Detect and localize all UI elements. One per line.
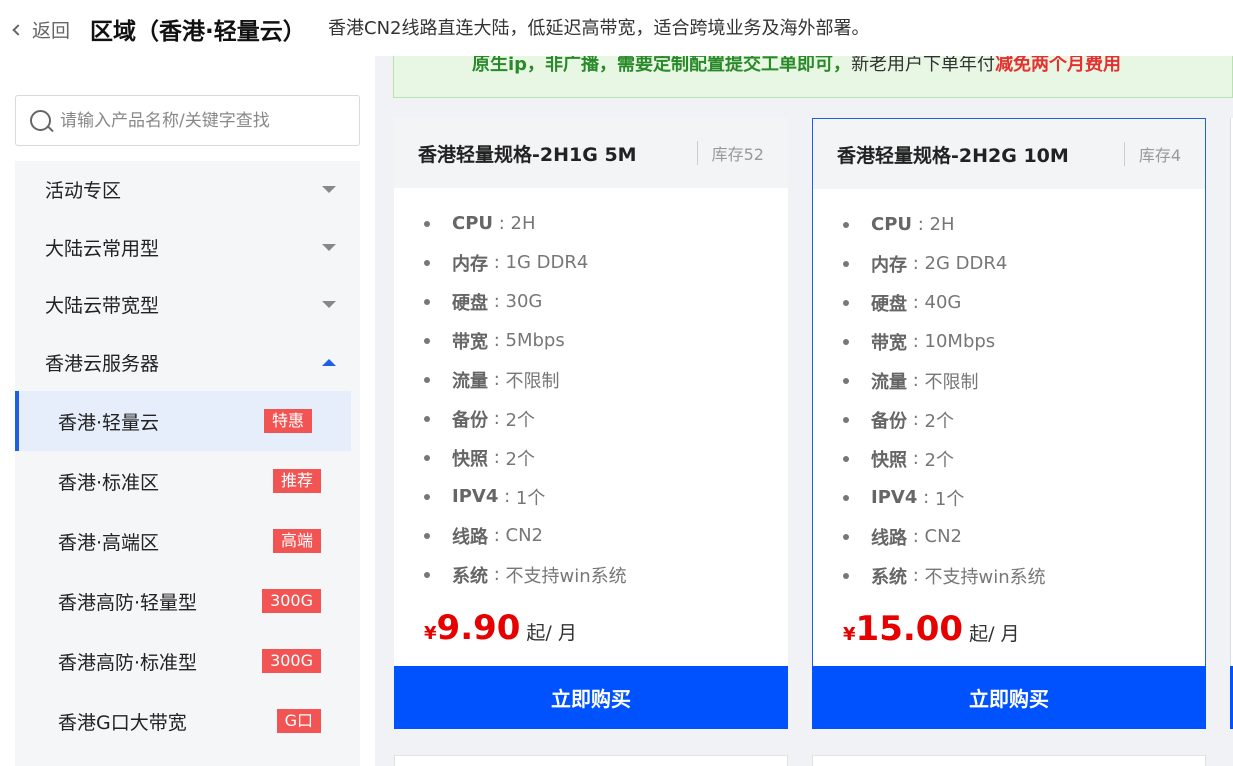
- spec-list: CPU : 2H 内存 : 2G DDR4 硬盘 : 40G 带宽 : 10Mb…: [813, 189, 1205, 595]
- sidebar-category-mainland-bandwidth[interactable]: 大陆云带宽型: [15, 276, 360, 334]
- spec-item: 系统 : 不支持win系统: [424, 555, 788, 594]
- spec-item: 备份 : 2个: [843, 400, 1205, 439]
- sidebar-item-hk-standard[interactable]: 香港·标准区 推荐: [15, 451, 360, 511]
- sidebar-item-badge: 高端: [272, 529, 321, 553]
- chevron-left-icon: [12, 23, 24, 36]
- price-unit: 起/ 月: [526, 622, 577, 644]
- spec-item: 流量 : 不限制: [424, 360, 788, 399]
- sidebar-category-hongkong[interactable]: 香港云服务器: [15, 334, 360, 392]
- product-search: [15, 95, 360, 146]
- spec-item: CPU : 2H: [843, 205, 1205, 244]
- sidebar-item-hk-light[interactable]: 香港·轻量云 特惠: [15, 391, 351, 451]
- promo-banner: 原生ip，非广播，需要定制配置提交工单即可，新老用户下单年付减免两个月费用: [393, 56, 1233, 98]
- stock-count: 库存4: [1123, 142, 1181, 166]
- product-card: 香港轻量规格-2H1G 5M 库存52 CPU : 2H 内存 : 1G DDR…: [394, 118, 788, 729]
- spec-item: 硬盘 : 30G: [424, 282, 788, 321]
- spec-item: 带宽 : 5Mbps: [424, 321, 788, 360]
- caret-down-icon: [322, 186, 336, 194]
- spec-item: 流量 : 不限制: [843, 361, 1205, 400]
- product-card: 香港轻量规格-2H2G 10M 库存4 CPU : 2H 内存 : 2G DDR…: [812, 118, 1206, 729]
- sidebar-item-badge: 特惠: [263, 409, 312, 433]
- sidebar-item-hk-ddos-standard[interactable]: 香港高防·标准型 300G: [15, 631, 360, 691]
- spec-item: 内存 : 2G DDR4: [843, 244, 1205, 283]
- below-product-card-edge: [394, 755, 788, 766]
- product-card-header: 香港轻量规格-2H1G 5M 库存52: [394, 118, 788, 188]
- sidebar-item-label: 香港G口大带宽: [58, 711, 187, 734]
- product-card-header: 香港轻量规格-2H2G 10M 库存4: [813, 119, 1205, 189]
- stock-count: 库存52: [696, 141, 764, 165]
- price-amount: 9.90: [436, 608, 521, 648]
- sidebar-item-label: 香港·标准区: [58, 471, 160, 494]
- price-unit: 起/ 月: [969, 623, 1020, 645]
- below-product-card-edge: [812, 755, 1206, 766]
- spec-item: 快照 : 2个: [424, 438, 788, 477]
- spec-item: 备份 : 2个: [424, 399, 788, 438]
- caret-down-icon: [322, 243, 336, 251]
- sidebar-item-badge: G口: [276, 709, 321, 733]
- region-description: 香港CN2线路直连大陆，低延迟高带宽，适合跨境业务及海外部署。: [328, 18, 870, 39]
- search-icon: [30, 110, 51, 131]
- sidebar-item-hk-ddos-light[interactable]: 香港高防·轻量型 300G: [15, 571, 360, 631]
- sidebar-category-label: 大陆云带宽型: [45, 295, 160, 318]
- sidebar-category-activity[interactable]: 活动专区: [15, 161, 360, 219]
- buy-now-button[interactable]: 立即购买: [812, 666, 1206, 729]
- spec-item: 系统 : 不支持win系统: [843, 556, 1205, 595]
- currency-symbol: ¥: [424, 623, 437, 644]
- spec-item: 内存 : 1G DDR4: [424, 243, 788, 282]
- spec-item: IPV4 : 1个: [843, 478, 1205, 517]
- sidebar-category-label: 活动专区: [45, 180, 122, 203]
- spec-item: CPU : 2H: [424, 204, 788, 243]
- caret-down-icon: [322, 301, 336, 309]
- currency-symbol: ¥: [843, 624, 856, 645]
- sidebar-category-mainland-common[interactable]: 大陆云常用型: [15, 219, 360, 277]
- promo-banner-text: 原生ip，非广播，需要定制配置提交工单即可，新老用户下单年付减免两个月费用: [472, 56, 1122, 75]
- product-title: 香港轻量规格-2H1G 5M: [418, 143, 637, 166]
- buy-now-button[interactable]: 立即购买: [394, 666, 788, 729]
- spec-item: 线路 : CN2: [843, 517, 1205, 556]
- sidebar-item-label: 香港高防·轻量型: [58, 591, 198, 614]
- sidebar-item-badge: 推荐: [272, 469, 321, 493]
- sidebar-item-label: 香港·高端区: [58, 531, 160, 554]
- sidebar-item-hk-premium[interactable]: 香港·高端区 高端: [15, 511, 360, 571]
- category-sidebar: 活动专区 大陆云常用型 大陆云带宽型 香港云服务器 香港·轻量云 特惠 香港·标…: [15, 161, 360, 766]
- back-label: 返回: [32, 20, 71, 42]
- price: ¥ 9.90 起/ 月: [424, 608, 577, 648]
- sidebar-item-hk-gport[interactable]: 香港G口大带宽 G口: [15, 691, 360, 751]
- spec-item: 快照 : 2个: [843, 439, 1205, 478]
- spec-item: 硬盘 : 40G: [843, 283, 1205, 322]
- price: ¥ 15.00 起/ 月: [843, 609, 1020, 649]
- spec-list: CPU : 2H 内存 : 1G DDR4 硬盘 : 30G 带宽 : 5Mbp…: [394, 188, 788, 594]
- page-title: 区域（香港·轻量云）: [90, 19, 306, 45]
- spec-item: 线路 : CN2: [424, 516, 788, 555]
- sidebar-item-label: 香港高防·标准型: [58, 651, 198, 674]
- sidebar-item-label: 香港·轻量云: [58, 411, 160, 434]
- product-title: 香港轻量规格-2H2G 10M: [837, 144, 1069, 167]
- sidebar-category-label: 香港云服务器: [45, 352, 160, 375]
- caret-up-icon: [322, 358, 336, 366]
- sidebar-item-badge: 300G: [262, 649, 321, 673]
- sidebar-item-badge: 300G: [262, 589, 321, 613]
- spec-item: IPV4 : 1个: [424, 477, 788, 516]
- spec-item: 带宽 : 10Mbps: [843, 322, 1205, 361]
- price-amount: 15.00: [855, 609, 964, 649]
- sidebar-category-label: 大陆云常用型: [45, 237, 160, 260]
- back-button[interactable]: 返回: [12, 16, 71, 43]
- search-input[interactable]: [60, 110, 340, 131]
